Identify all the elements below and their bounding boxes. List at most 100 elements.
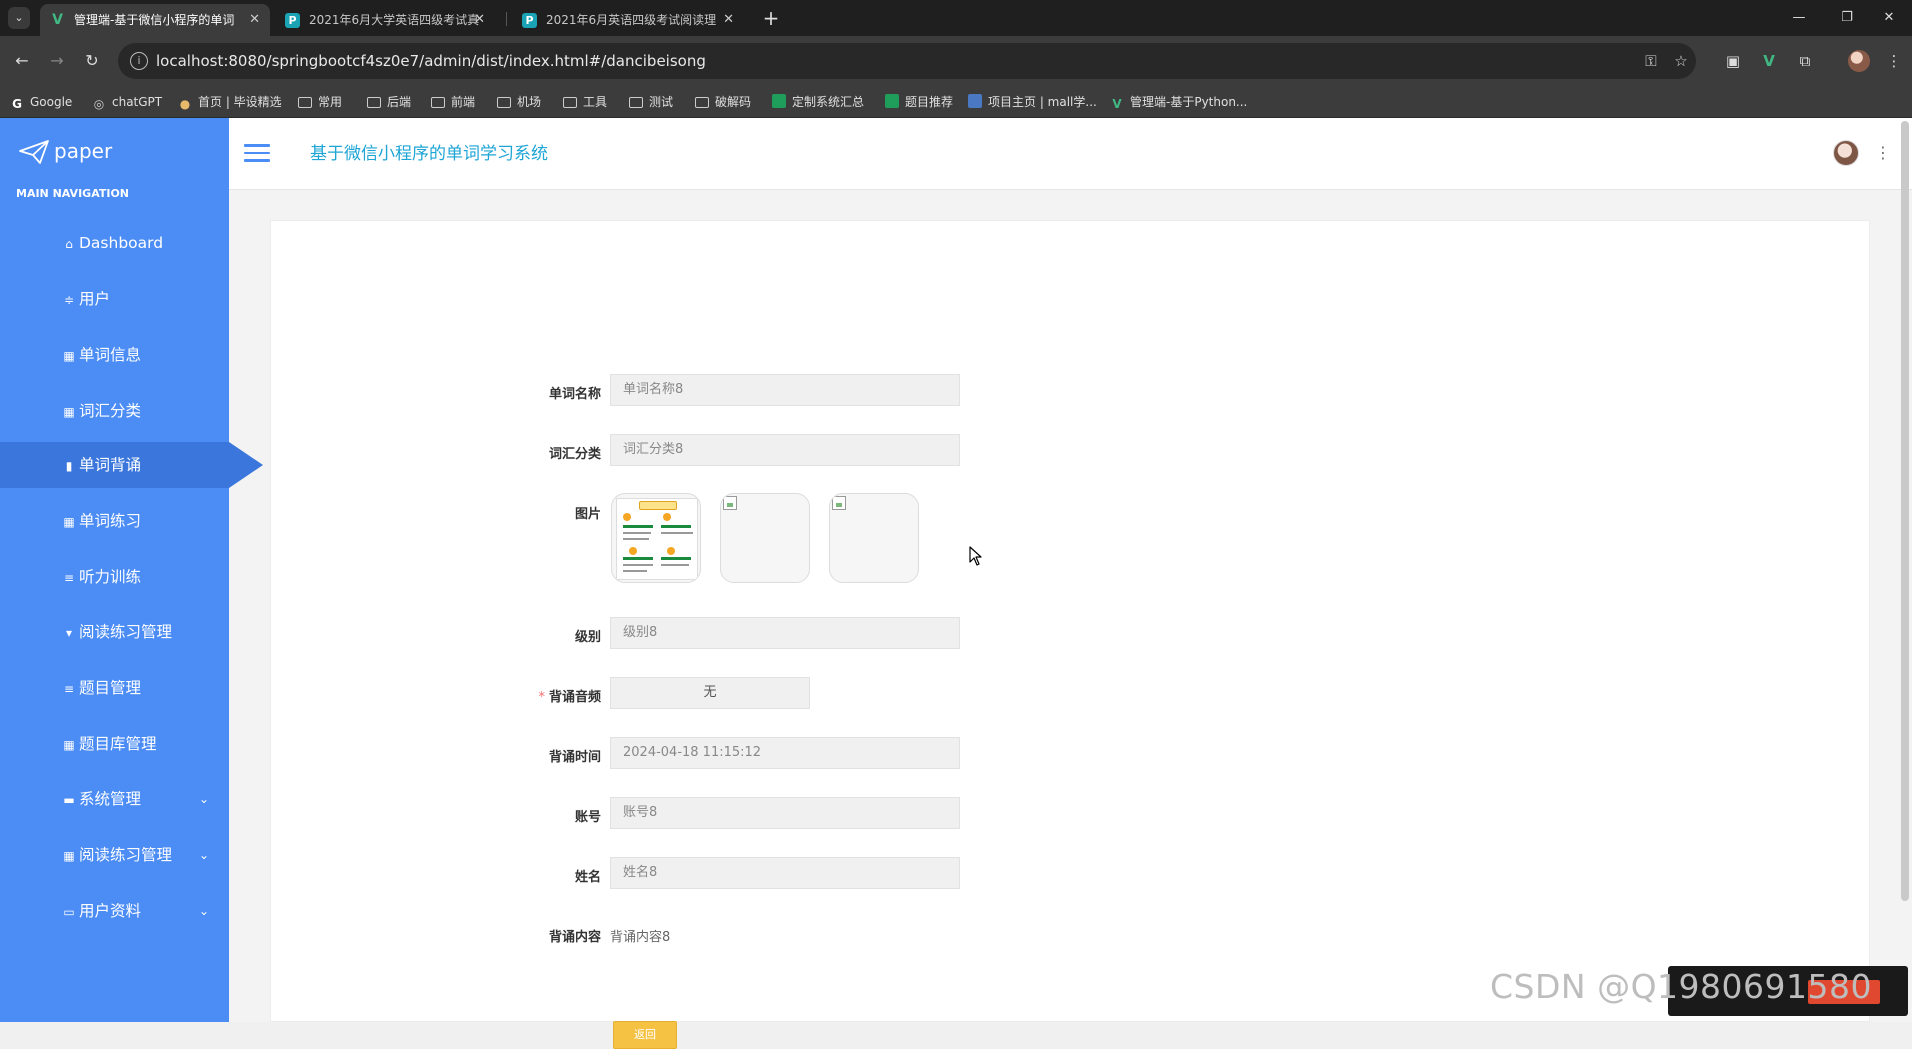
url-text[interactable]: localhost:8080/springbootcf4sz0e7/admin/…	[156, 43, 706, 79]
broken-image-icon	[832, 496, 846, 510]
category-label: 词汇分类	[548, 447, 601, 462]
list-icon: ≡	[63, 571, 75, 585]
app-logo[interactable]: paper	[18, 136, 112, 166]
address-bar[interactable]: i localhost:8080/springbootcf4sz0e7/admi…	[118, 43, 1696, 79]
extension-icon[interactable]: ▣	[1721, 49, 1745, 73]
time-label: 背诵时间	[548, 750, 601, 765]
level-field[interactable]: 级别8	[610, 617, 960, 649]
page-scrollbar[interactable]	[1901, 121, 1909, 901]
time-field[interactable]: 2024-04-18 11:15:12	[610, 737, 960, 769]
calendar-icon: ▭	[63, 905, 75, 919]
more-options-icon[interactable]: ⋮	[1875, 142, 1891, 164]
browser-tab[interactable]: V 管理端-基于微信小程序的单词 ✕	[40, 4, 270, 36]
name-field[interactable]: 姓名8	[610, 857, 960, 889]
site-info-icon[interactable]: i	[130, 52, 148, 70]
bookmark-folder[interactable]: 常用	[298, 86, 342, 118]
google-icon: G	[12, 97, 22, 111]
bookmark-star-icon[interactable]: ☆	[1671, 51, 1691, 71]
sidebar-item-word-info[interactable]: ▦ 单词信息	[0, 332, 229, 378]
minimize-button[interactable]: —	[1776, 0, 1822, 36]
tab-title: 2021年6月大学英语四级考试真	[309, 13, 480, 27]
reload-icon[interactable]: ↻	[80, 49, 104, 73]
folder-icon	[497, 97, 511, 108]
account-field[interactable]: 账号8	[610, 797, 960, 829]
folder-icon	[367, 97, 381, 108]
bookmark-item[interactable]: ● 首页 | 毕设精选	[178, 86, 282, 118]
word-name-label: 单词名称	[548, 387, 601, 402]
bookmark-item[interactable]: G Google	[10, 86, 72, 118]
bookmark-item[interactable]: 题目推荐	[885, 86, 953, 118]
back-button[interactable]: 返回	[613, 1021, 677, 1049]
chevron-down-icon: ⌄	[198, 904, 209, 918]
menu-toggle-icon[interactable]	[244, 144, 270, 164]
vue-icon: V	[52, 12, 63, 28]
folder-icon	[431, 97, 445, 108]
bookmark-item[interactable]: 项目主页 | mall学...	[968, 86, 1097, 118]
tab-search-button[interactable]: ⌄	[8, 7, 30, 29]
sidebar-item-listening[interactable]: ≡ 听力训练	[0, 554, 229, 600]
extensions-puzzle-icon[interactable]: ⧉	[1793, 49, 1817, 73]
restore-button[interactable]: ❐	[1824, 0, 1870, 36]
profile-avatar[interactable]	[1848, 50, 1870, 72]
system-title: 基于微信小程序的单词学习系统	[310, 144, 548, 164]
sidebar-item-profile[interactable]: ▭ 用户资料 ⌄	[0, 888, 229, 934]
user-avatar[interactable]	[1833, 140, 1859, 166]
content-value: 背诵内容8	[610, 930, 671, 945]
app-viewport: paper MAIN NAVIGATION ⌂ Dashboard ≑ 用户 ▦ 单词…	[0, 118, 1912, 1049]
level-label: 级别	[574, 630, 601, 645]
paper-plane-icon	[19, 140, 49, 164]
bookmark-folder[interactable]: 工具	[563, 86, 607, 118]
bookmark-item[interactable]: 定制系统汇总	[772, 86, 864, 118]
new-tab-button[interactable]: +	[757, 4, 785, 32]
sidebar-item-reading-manage[interactable]: ▾ 阅读练习管理	[0, 609, 229, 655]
chatgpt-icon: ◎	[93, 97, 105, 111]
audio-label: * 背诵音频	[538, 690, 601, 705]
browser-tab[interactable]: P 2021年6月大学英语四级考试真 ✕	[275, 4, 495, 36]
bookmark-folder[interactable]: 前端	[431, 86, 475, 118]
sidebar-item-system[interactable]: ▬ 系统管理 ⌄	[0, 776, 229, 822]
name-label: 姓名	[574, 870, 601, 885]
audio-field[interactable]: 无	[610, 677, 810, 709]
close-icon[interactable]: ✕	[723, 4, 734, 36]
chevron-down-icon: ⌄	[198, 792, 209, 806]
close-icon[interactable]: ✕	[249, 4, 260, 36]
grid-icon: ▦	[63, 515, 75, 529]
vue-devtools-icon[interactable]: V	[1757, 49, 1781, 73]
sheet-icon	[772, 94, 786, 108]
image-thumbnail-broken[interactable]	[720, 493, 810, 583]
browser-toolbar: ← → ↻ i localhost:8080/springbootcf4sz0e…	[0, 36, 1912, 86]
required-mark: *	[538, 690, 545, 705]
sidebar-item-word-recite[interactable]: ▮ 单词背诵	[0, 442, 263, 488]
bookmark-folder[interactable]: 测试	[629, 86, 673, 118]
mouse-cursor-icon	[969, 546, 982, 566]
sidebar-item-question-manage[interactable]: ≡ 题目管理	[0, 665, 229, 711]
close-icon[interactable]: ✕	[474, 4, 485, 36]
sidebar-item-word-practice[interactable]: ▦ 单词练习	[0, 498, 229, 544]
folder-icon	[629, 97, 643, 108]
back-icon[interactable]: ←	[10, 49, 34, 73]
bookmark-folder[interactable]: 后端	[367, 86, 411, 118]
category-field[interactable]: 词汇分类8	[610, 434, 960, 466]
sheet-icon	[885, 94, 899, 108]
content-label: 背诵内容	[548, 930, 601, 945]
sidebar-item-question-bank[interactable]: ▦ 题目库管理	[0, 721, 229, 767]
sidebar-item-reading-practice[interactable]: ▦ 阅读练习管理 ⌄	[0, 832, 229, 878]
sidebar-item-users[interactable]: ≑ 用户	[0, 276, 229, 322]
sliders-icon: ≑	[63, 293, 75, 307]
image-thumbnail-broken[interactable]	[829, 493, 919, 583]
word-name-field[interactable]: 单词名称8	[610, 374, 960, 406]
bookmark-item[interactable]: ◎ chatGPT	[92, 86, 162, 118]
password-key-icon[interactable]: ⚿	[1641, 51, 1661, 71]
sidebar-item-dashboard[interactable]: ⌂ Dashboard	[0, 220, 229, 266]
forward-icon[interactable]: →	[45, 49, 69, 73]
bookmark-folder[interactable]: 机场	[497, 86, 541, 118]
window-close-button[interactable]: ✕	[1866, 0, 1912, 36]
document-thumbnail-icon	[616, 498, 698, 580]
bookmark-item[interactable]: V 管理端-基于Python...	[1110, 86, 1247, 118]
browser-menu-icon[interactable]: ⋮	[1882, 49, 1906, 73]
bookmark-folder[interactable]: 破解码	[695, 86, 751, 118]
image-thumbnail[interactable]	[611, 493, 701, 583]
sidebar-item-vocab-category[interactable]: ▦ 词汇分类	[0, 388, 229, 434]
detail-form-card: 单词名称 单词名称8 词汇分类 词汇分类8 图片 级别 级别8 * 背诵音频 无…	[270, 220, 1870, 1049]
browser-tab[interactable]: P 2021年6月英语四级考试阅读理 ✕	[512, 4, 744, 36]
